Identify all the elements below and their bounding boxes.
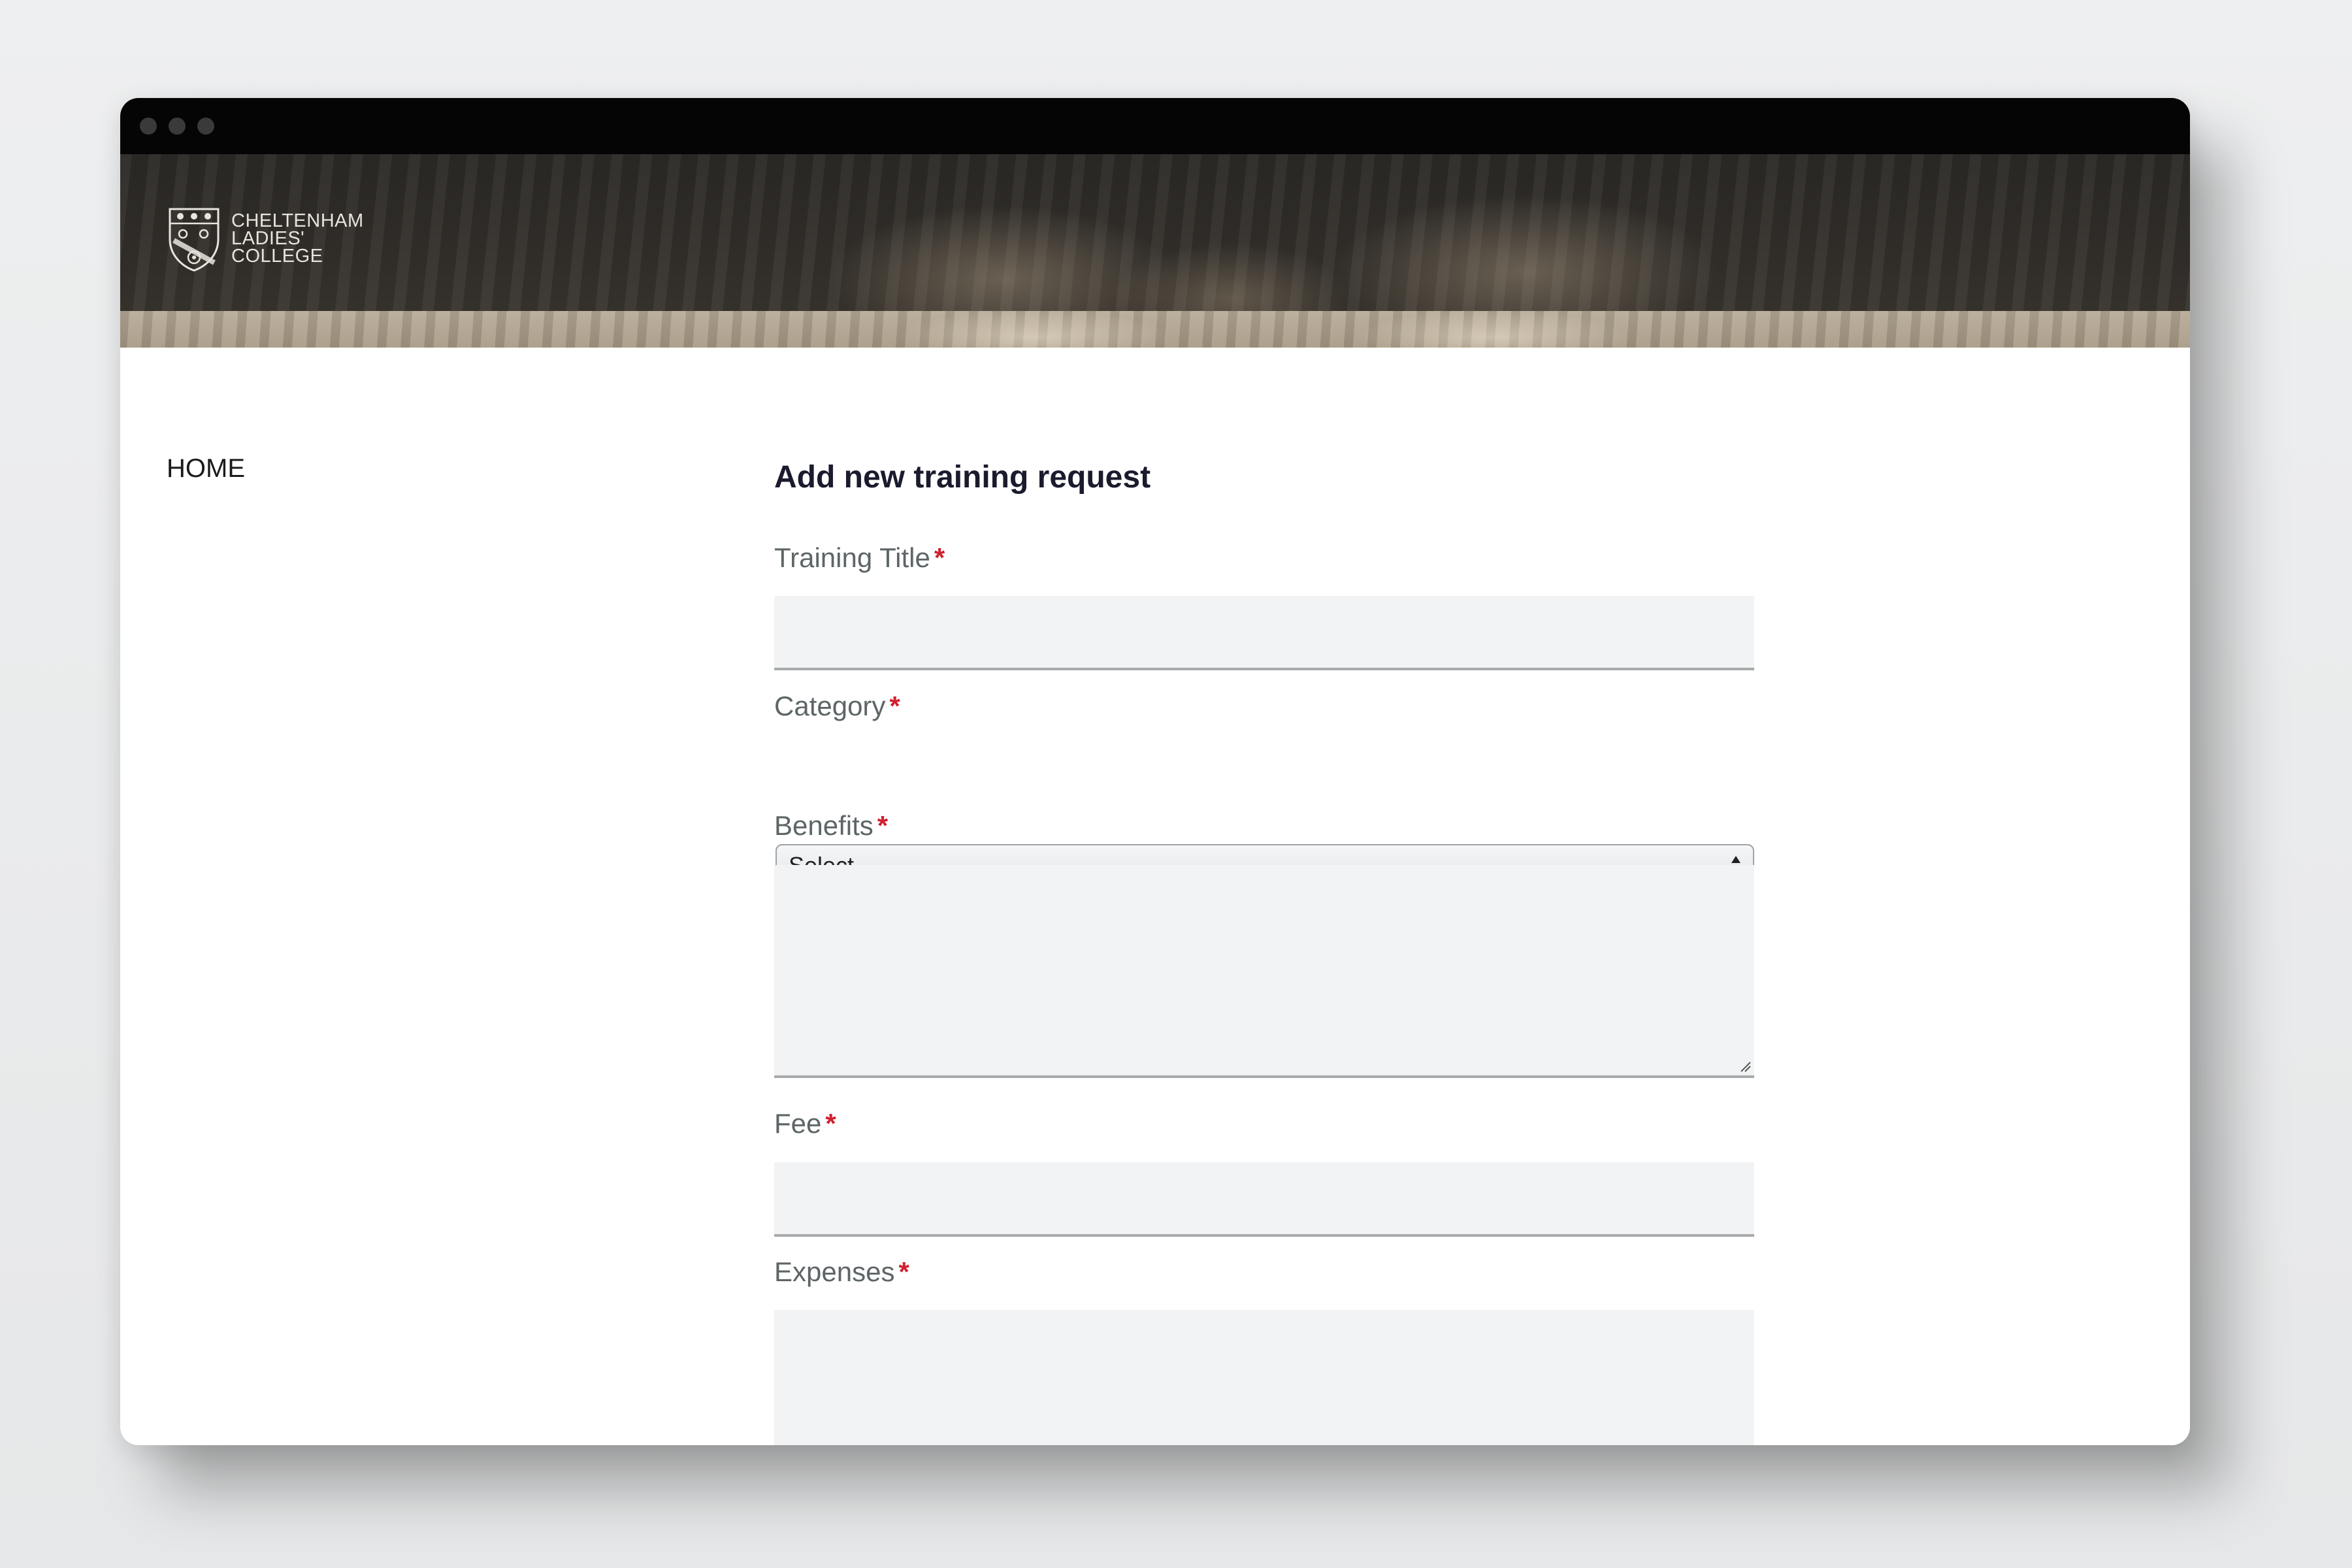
college-name-line1: CHELTENHAM	[231, 210, 364, 231]
header-banner-band	[120, 311, 2190, 348]
college-name-line2: LADIES'	[231, 227, 305, 249]
training-title-label: Training Title *	[774, 542, 945, 574]
college-logo[interactable]: CHELTENHAM LADIES' COLLEGE	[166, 203, 364, 274]
college-name: CHELTENHAM LADIES' COLLEGE	[231, 210, 364, 267]
required-marker: *	[825, 1108, 836, 1139]
minimize-window-dot[interactable]	[169, 118, 186, 135]
page-title: Add new training request	[774, 460, 1151, 495]
resize-handle-icon[interactable]	[1739, 1060, 1752, 1073]
college-name-line3: COLLEGE	[231, 245, 323, 267]
required-marker: *	[934, 542, 945, 573]
expenses-textarea[interactable]	[774, 1310, 1754, 1445]
required-marker: *	[877, 810, 889, 841]
category-label: Category *	[774, 691, 900, 722]
training-title-label-text: Training Title	[774, 542, 930, 573]
benefits-label-text: Benefits	[774, 810, 874, 841]
browser-window: CHELTENHAM LADIES' COLLEGE HOME Add new …	[120, 98, 2190, 1445]
close-window-dot[interactable]	[140, 118, 157, 135]
header-banner	[120, 154, 2190, 348]
expenses-label: Expenses *	[774, 1256, 909, 1288]
zoom-window-dot[interactable]	[197, 118, 214, 135]
fee-input[interactable]	[774, 1162, 1754, 1237]
benefits-textarea[interactable]	[774, 865, 1754, 1078]
fee-label: Fee *	[774, 1108, 836, 1139]
benefits-label: Benefits *	[774, 810, 888, 841]
category-label-text: Category	[774, 691, 886, 721]
training-title-input[interactable]	[774, 596, 1754, 670]
window-titlebar	[120, 98, 2190, 154]
fee-label-text: Fee	[774, 1108, 822, 1139]
required-marker: *	[889, 691, 900, 721]
crest-icon	[169, 208, 220, 272]
expenses-label-text: Expenses	[774, 1256, 895, 1287]
required-marker: *	[898, 1256, 909, 1287]
nav-home-link[interactable]: HOME	[167, 454, 245, 483]
